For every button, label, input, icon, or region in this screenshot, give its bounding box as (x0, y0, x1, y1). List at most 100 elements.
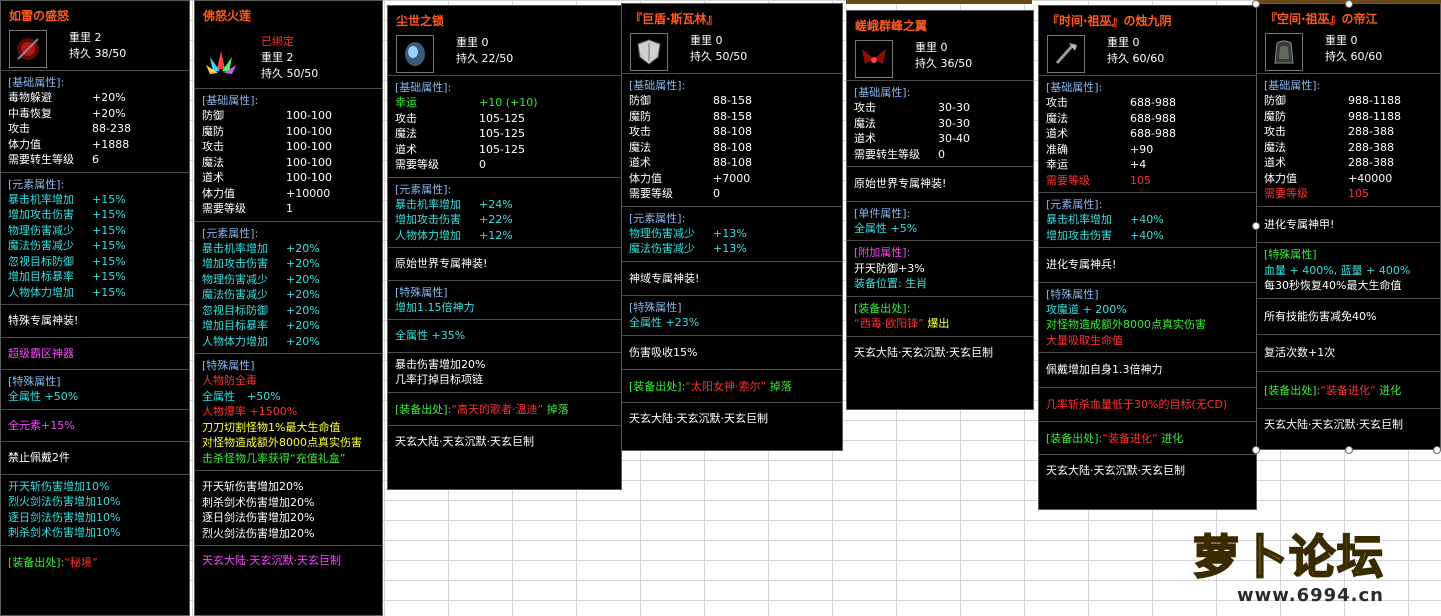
base-attributes: [基础属性]: 毒物躲避 +20% 中毒恢复 +20% 攻击 88-238 体力值 +1… (1, 70, 189, 172)
attr-line: 开天防御+3% (854, 261, 925, 275)
attr-key: 增加攻击伤害 (1046, 228, 1112, 242)
item-tooltip-funu-huolian[interactable]: 佛怒火莲 已绑定 重里 2 持久 50/50 [基础属性]: 防御 100-100… (194, 0, 383, 616)
resize-handle[interactable] (1252, 0, 1260, 8)
source-action: 进化 (1379, 383, 1402, 397)
special-attributes: [特殊属性] 人物防全毒 全属性 +50% 人物爆率 +1500% 刀刀切割怪物1… (195, 353, 382, 470)
source-name: “太阳女神·索尔” (685, 380, 767, 393)
section-title: [元素属性]: (629, 211, 686, 225)
attr-value: 0 (938, 147, 945, 161)
attr-key: 防御 (629, 94, 651, 107)
skill-line: 开天斩伤害增加20% (202, 480, 304, 493)
note-text: 暴击伤害增加20% (395, 357, 486, 371)
resize-handle[interactable] (1433, 446, 1441, 454)
section-title: [装备出处]: (1046, 432, 1103, 445)
attr-value: 105-125 (479, 111, 525, 125)
skill-line: 烈火剑法伤害增加20% (202, 526, 315, 540)
attr-value: 0 (479, 158, 486, 171)
attr-value: +40% (1130, 213, 1164, 226)
attr-value: 30-40 (938, 132, 970, 145)
footer-text: 天玄大陆·天玄沉默·天玄巨制 (202, 554, 341, 567)
special-attributes: [特殊属性] 攻魔道 + 200% 对怪物造成额外8000点真实伤害 大量吸取生… (1039, 281, 1256, 353)
attr-line: 刀刀切割怪物1%最大生命值 (202, 420, 341, 434)
attr-key: 暴击机率增加 (395, 197, 461, 211)
attr-key: 攻击 (395, 111, 417, 125)
footer: 天玄大陆·天玄沉默·天玄巨制 (847, 335, 1033, 369)
section-title: [特殊属性] (202, 359, 255, 372)
source-action: 掉落 (769, 380, 792, 393)
attr-value: 988-1188 (1348, 109, 1401, 123)
attr-key: 道术 (202, 171, 224, 184)
section-title: [特殊属性] (1046, 287, 1099, 301)
resize-handle[interactable] (1345, 0, 1353, 8)
attr-value: 100-100 (286, 171, 332, 184)
skill-bonuses: 开天斩伤害增加10% 烈火剑法伤害增加10% 逐日剑法伤害增加10% 刺杀剑术伤… (1, 473, 189, 545)
special-note: 佩戴增加自身1.3倍神力 (1039, 352, 1256, 387)
resize-handle[interactable] (1345, 446, 1353, 454)
attr-key: 魔法 (854, 116, 876, 130)
durability: 持久 50/50 (690, 50, 748, 63)
attr-value: +12% (479, 228, 513, 242)
attr-key: 防御 (1264, 94, 1286, 107)
resize-handle[interactable] (1252, 446, 1260, 454)
note-text: 复活次数+1次 (1264, 346, 1336, 359)
source-action: 爆出 (927, 317, 950, 330)
attr-line: 全属性 +23% (629, 316, 700, 329)
attr-key: 攻击 (854, 101, 876, 114)
section-title: [装备出处]: (395, 402, 452, 416)
section-title: [装备出处]: (854, 301, 911, 315)
durability: 持久 38/50 (69, 47, 127, 60)
additional-attributes: [附加属性]: 开天防御+3% 装备位置: 生肖 (847, 240, 1033, 296)
equipment-source: [装备出处]:“秘境” (1, 544, 189, 578)
attr-line: 人物爆率 +1500% (202, 405, 298, 418)
section-title: [基础属性]: (8, 76, 65, 89)
item-tooltip-swalin-shield[interactable]: 『巨盾·斯瓦林』 重里 0 持久 50/50 [基础属性]: 防御 88-158 … (621, 3, 843, 451)
attr-key: 增加攻击伤害 (8, 208, 74, 221)
attr-value: +20% (286, 334, 320, 348)
source-name: “装备进化” (1102, 432, 1158, 445)
special-attributes: [特殊属性] 全属性 +23% (622, 295, 842, 335)
item-tooltip-cuoe-wings[interactable]: 嵯峨群峰之翼 重里 0 持久 36/50 [基础属性]: 攻击 30-30 魔法 3… (846, 10, 1034, 410)
attr-key: 体力值 (629, 171, 662, 185)
attr-value: +7000 (713, 171, 751, 185)
attr-key: 暴击机率增加 (1046, 213, 1112, 226)
skill-line: 逐日剑法伤害增加10% (8, 510, 121, 524)
site-logo: 萝卜论坛 www.6994.cn (1185, 515, 1430, 615)
logo-url: www.6994.cn (1237, 585, 1384, 606)
equipment-source: [装备出处]: “西毒·欧阳锋” 爆出 (847, 295, 1033, 336)
special-note: 原始世界专属神装! (847, 166, 1033, 201)
item-name: 佛怒火莲 (203, 9, 252, 23)
attr-key: 暴击机率增加 (202, 241, 268, 255)
special-note: 超级霸区神器 (1, 336, 189, 370)
attr-key: 增加目标暴率 (202, 319, 268, 332)
attr-key: 增加目标暴率 (8, 270, 74, 283)
weight: 重里 0 (915, 41, 948, 54)
base-attributes: [基础属性]: 攻击 30-30 魔法 30-30 道术 30-40 需要转生等级 0 (847, 80, 1033, 166)
item-tooltip-chenshi-zhisuo[interactable]: 尘世之锁 重里 0 持久 22/50 [基础属性]: 幸运 +10 (+10) 攻… (387, 5, 622, 490)
item-tooltip-rulei[interactable]: 如雷の盛怒 重里 2 持久 38/50 [基础属性]: 毒物躲避 +20% 中毒恢… (0, 0, 190, 616)
source-action: 进化 (1161, 432, 1184, 445)
attr-value: +15% (92, 239, 126, 252)
item-tooltip-zhujiuyin[interactable]: 『时间·祖巫』の烛九阴 重里 0 持久 60/60 [基础属性]: 攻击 688-… (1038, 5, 1257, 510)
attr-value: 100-100 (286, 109, 332, 122)
attr-key: 中毒恢复 (8, 106, 52, 120)
attr-value: 988-1188 (1348, 94, 1401, 107)
single-attributes: [单件属性]: 全属性 +5% (847, 200, 1033, 241)
footer-text: 天玄大陆·天玄沉默·天玄巨制 (854, 345, 993, 359)
note-text: 超级霸区神器 (8, 346, 74, 360)
attr-value: +20% (286, 319, 320, 332)
weight: 重里 2 (69, 31, 102, 44)
attr-key: 体力值 (202, 186, 235, 200)
footer: 天玄大陆·天玄沉默·天玄巨制 (1039, 454, 1256, 487)
attr-value: +40% (1130, 228, 1164, 242)
attr-value: 105-125 (479, 127, 525, 140)
base-attributes: [基础属性]: 防御 88-158 魔防 88-158 攻击 88-108 魔法 88-… (622, 73, 842, 206)
attr-key: 体力值 (8, 137, 41, 151)
item-tooltip-dijiang[interactable]: 『空间·祖巫』の帝江 重里 0 持久 60/60 [基础属性]: 防御 988-1… (1256, 3, 1441, 450)
durability: 持久 60/60 (1325, 50, 1383, 63)
section-title: [特殊属性] (1264, 248, 1317, 261)
resize-handle[interactable] (1252, 222, 1260, 230)
footer-text: 天玄大陆·天玄沉默·天玄巨制 (629, 412, 768, 425)
attr-value: +20% (92, 91, 126, 104)
attr-key: 需要等级 (629, 187, 673, 200)
attr-value: +1888 (92, 137, 130, 151)
